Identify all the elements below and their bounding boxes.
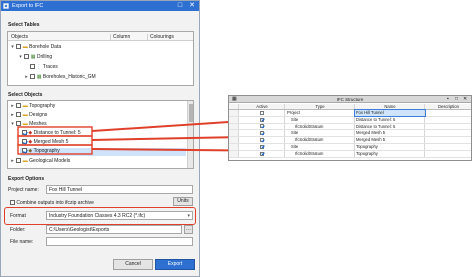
description-cell[interactable]: [425, 130, 471, 136]
name-cell[interactable]: Merged Mesh 5: [355, 130, 425, 137]
name-value: Fox Hill Tunnel: [356, 110, 384, 115]
active-checkbox-checked[interactable]: [260, 124, 264, 129]
ifc-table-row[interactable]: IfcSolidStratum Merged Mesh 5: [229, 137, 471, 144]
ifc-structure-panel: IFC Structure ▦ ▪ □ ✕ Active Type Name D…: [228, 95, 472, 161]
type-value: IfcSolidStratum: [295, 123, 324, 129]
active-cell: [239, 130, 285, 137]
row-selector: [229, 123, 239, 130]
highlight-box-merged: [17, 135, 93, 146]
name-value: Topography: [356, 150, 378, 156]
description-cell[interactable]: [425, 117, 471, 123]
type-value: IfcSolidStratum: [295, 137, 324, 143]
highlight-box-distance: [17, 126, 93, 137]
active-checkbox-checked[interactable]: [260, 131, 264, 136]
active-cell: [239, 137, 285, 143]
description-cell[interactable]: [425, 110, 471, 116]
type-cell: IfcSolidStratum: [285, 150, 355, 157]
row-selector: [229, 137, 239, 143]
type-cell: IfcSolidStratum: [285, 123, 355, 130]
name-value: Merged Mesh 5: [356, 137, 386, 143]
row-selector: [229, 110, 239, 116]
name-value: Merged Mesh 5: [356, 130, 386, 136]
type-value: Site: [291, 116, 299, 122]
row-selector: [229, 143, 239, 150]
row-selector: [229, 116, 239, 123]
name-cell[interactable]: Distance to Tunnel: 5: [355, 116, 425, 123]
active-checkbox-checked[interactable]: [260, 138, 264, 143]
name-cell[interactable]: Fox Hill Tunnel: [354, 109, 426, 117]
column-header-type: Type: [285, 104, 355, 109]
name-cell[interactable]: Topography: [355, 143, 425, 150]
type-cell: Site: [285, 130, 355, 137]
name-value: Distance to Tunnel: 5: [356, 123, 396, 129]
active-cell: [239, 116, 285, 123]
ifc-table-row[interactable]: Project Fox Hill Tunnel: [229, 109, 471, 117]
type-cell: Project: [285, 110, 355, 116]
column-header-description: Description: [438, 104, 459, 109]
active-cell: [239, 143, 285, 150]
type-value: IfcSolidStratum: [295, 150, 324, 156]
description-cell[interactable]: [425, 151, 471, 157]
restore-icon[interactable]: □: [455, 96, 458, 103]
ifc-panel-title: IFC Structure: [229, 96, 471, 103]
active-cell: [239, 123, 285, 130]
ifc-table-body: Project Fox Hill Tunnel Site Distance to Tu…: [229, 109, 471, 158]
active-cell: [239, 150, 285, 157]
active-checkbox[interactable]: [260, 110, 264, 115]
ifc-table-row[interactable]: IfcSolidStratum Topography: [229, 150, 471, 158]
type-value: Site: [291, 130, 299, 136]
active-checkbox-checked[interactable]: [260, 117, 264, 122]
type-cell: Site: [285, 116, 355, 123]
name-cell[interactable]: Merged Mesh 5: [355, 137, 425, 143]
type-cell: Site: [285, 143, 355, 150]
ifc-table-row[interactable]: Site Distance to Tunnel: 5: [229, 116, 471, 124]
name-value: Distance to Tunnel: 5: [356, 116, 396, 122]
type-value: Site: [291, 143, 299, 149]
name-cell[interactable]: Topography: [355, 150, 425, 157]
name-cell[interactable]: Distance to Tunnel: 5: [355, 123, 425, 130]
active-cell: [239, 110, 285, 116]
highlight-box-topography: [17, 144, 93, 155]
description-cell[interactable]: [425, 144, 471, 150]
ifc-table-row[interactable]: Site Merged Mesh 5: [229, 130, 471, 138]
column-header-name: Name: [355, 104, 425, 109]
description-cell[interactable]: [425, 137, 471, 143]
ifc-table-row[interactable]: Site Topography: [229, 143, 471, 151]
active-checkbox-checked[interactable]: [260, 151, 264, 156]
row-selector: [229, 150, 239, 157]
panel-menu-icon[interactable]: ▦: [232, 96, 237, 103]
row-selector: [229, 130, 239, 137]
ifc-table-row[interactable]: IfcSolidStratum Distance to Tunnel: 5: [229, 123, 471, 131]
name-value: Topography: [356, 143, 378, 149]
type-cell: IfcSolidStratum: [285, 137, 355, 143]
active-checkbox-checked[interactable]: [260, 144, 264, 149]
column-header-active: Active: [239, 104, 285, 109]
pin-icon[interactable]: ▪: [447, 96, 449, 103]
description-cell[interactable]: [425, 124, 471, 130]
close-panel-icon[interactable]: ✕: [463, 96, 467, 103]
type-value: Project: [287, 110, 301, 115]
